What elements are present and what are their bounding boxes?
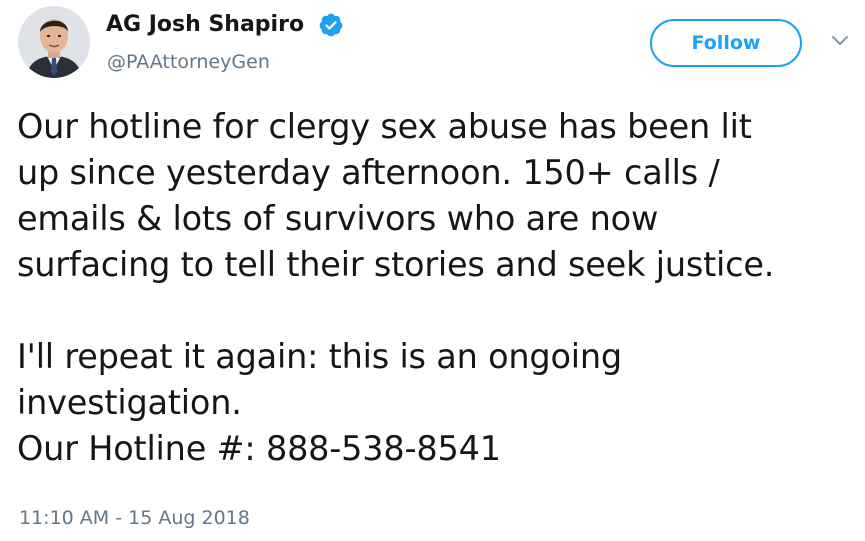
tweet-line: Our hotline for clergy sex abuse has bee… [17, 107, 752, 146]
tweet-timestamp[interactable]: 11:10 AM - 15 Aug 2018 [19, 507, 250, 529]
tweet-text: Our hotline for clergy sex abuse has bee… [17, 104, 857, 472]
tweet-line: I'll repeat it again: this is an ongoing [17, 337, 622, 376]
tweet-line-break [17, 288, 857, 334]
tweet-line: Our Hotline #: 888-538-8541 [17, 429, 501, 468]
tweet-line: surfacing to tell their stories and seek… [17, 245, 775, 284]
tweet-line: investigation. [17, 383, 242, 422]
verified-badge-icon [319, 13, 343, 37]
tweet-line: emails & lots of survivors who are now [17, 199, 659, 238]
follow-button[interactable]: Follow [650, 19, 802, 67]
chevron-down-icon[interactable] [830, 34, 850, 48]
profile-photo-icon [18, 6, 90, 78]
avatar[interactable] [18, 6, 90, 78]
tweet-line: up since yesterday afternoon. 150+ calls… [17, 153, 720, 192]
user-handle[interactable]: @PAAttorneyGen [107, 51, 270, 73]
display-name[interactable]: AG Josh Shapiro [106, 12, 304, 37]
tweet-card: AG Josh Shapiro @PAAttorneyGen Follow Ou… [0, 0, 865, 541]
